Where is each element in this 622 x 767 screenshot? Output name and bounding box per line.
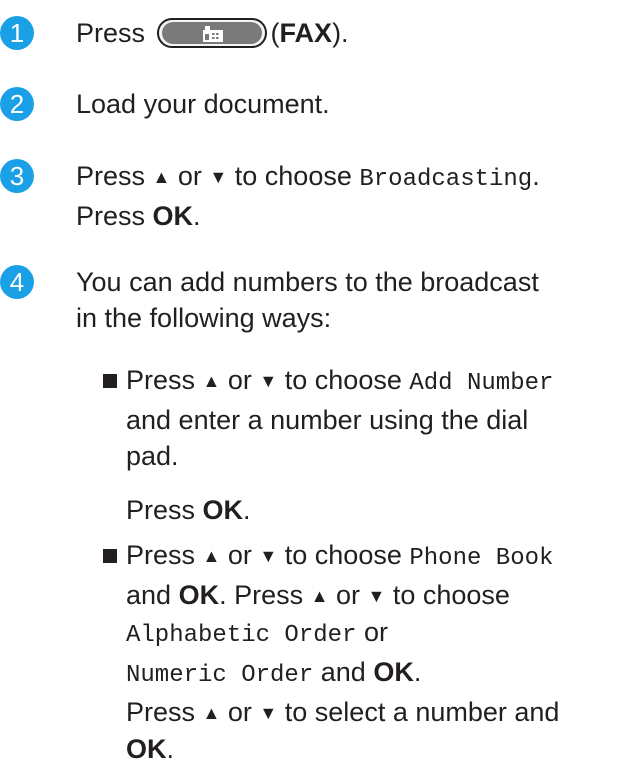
step-text: Press	[76, 18, 146, 48]
press-text: Press	[76, 161, 146, 191]
ok-label: OK	[152, 201, 194, 231]
up-arrow-icon: ▲	[202, 703, 221, 723]
or-text: or	[227, 540, 252, 570]
bullet-phone-book: Press ▲ or ▼ to choose Phone Book and OK…	[103, 537, 622, 767]
to-choose-text: to choose	[284, 365, 402, 395]
press-text: Press	[126, 495, 196, 525]
press-text: Press	[126, 697, 196, 727]
bullet-icon	[103, 549, 117, 563]
step-text-line1: You can add numbers to the broadcast	[76, 267, 539, 297]
step-1: 1 Press (FAX).	[0, 16, 622, 56]
menu-option-add-number: Add Number	[409, 370, 554, 397]
bullet-icon	[103, 374, 117, 388]
or-text: or	[363, 617, 388, 647]
step-text: Load your document.	[76, 89, 330, 119]
ok-label: OK	[373, 657, 414, 687]
bullet-line2: and enter a number using the dial	[126, 405, 529, 435]
down-arrow-icon: ▼	[367, 586, 386, 606]
fax-icon	[202, 26, 223, 42]
and-text: and	[126, 580, 172, 610]
press-text: . Press	[219, 580, 304, 610]
ok-label: OK	[202, 495, 244, 525]
menu-option-alphabetic-order: Alphabetic Order	[126, 622, 357, 649]
period: .	[193, 201, 201, 231]
period: .	[413, 657, 422, 687]
up-arrow-icon: ▲	[202, 546, 221, 566]
menu-option-broadcasting: Broadcasting	[359, 166, 533, 193]
instruction-page: 1 Press (FAX). 2 Load your document. 3 P…	[0, 0, 622, 764]
to-choose-text: to choose	[234, 161, 352, 191]
bullet-add-number: Press ▲ or ▼ to choose Add Number and en…	[103, 362, 622, 528]
step-text-close: ).	[332, 18, 349, 48]
period: .	[166, 734, 175, 764]
to-choose-text: to choose	[284, 540, 402, 570]
step-number: 4	[0, 265, 34, 299]
press-text: Press	[126, 365, 196, 395]
bullet-line3: pad.	[126, 441, 179, 471]
down-arrow-icon: ▼	[259, 546, 278, 566]
down-arrow-icon: ▼	[259, 371, 278, 391]
step-number: 1	[0, 16, 34, 50]
step-4: 4 You can add numbers to the broadcast i…	[0, 265, 622, 345]
fax-label: FAX	[279, 18, 333, 48]
or-text: or	[227, 697, 252, 727]
up-arrow-icon: ▲	[310, 586, 329, 606]
step-number: 3	[0, 159, 34, 193]
ok-label: OK	[126, 734, 167, 764]
or-text: or	[227, 365, 252, 395]
period: .	[243, 495, 251, 525]
to-choose-text: to choose	[392, 580, 510, 610]
menu-option-numeric-order: Numeric Order	[126, 662, 314, 689]
step-text-open: (	[270, 18, 280, 48]
to-select-text: to select a number and	[284, 697, 560, 727]
step-3: 3 Press ▲ or ▼ to choose Broadcasting. P…	[0, 159, 622, 239]
up-arrow-icon: ▲	[202, 371, 221, 391]
or-text: or	[177, 161, 202, 191]
or-text: or	[335, 580, 360, 610]
menu-option-phone-book: Phone Book	[409, 545, 554, 572]
up-arrow-icon: ▲	[152, 167, 171, 187]
down-arrow-icon: ▼	[259, 703, 278, 723]
and-text: and	[320, 657, 366, 687]
step-number: 2	[0, 87, 34, 121]
fax-button[interactable]	[156, 18, 267, 48]
period: .	[532, 161, 540, 191]
ok-label: OK	[178, 580, 220, 610]
step-2: 2 Load your document.	[0, 87, 622, 127]
step-text-line2: in the following ways:	[76, 303, 332, 333]
press-text: Press	[126, 540, 196, 570]
down-arrow-icon: ▼	[209, 167, 228, 187]
press-text: Press	[76, 201, 146, 231]
